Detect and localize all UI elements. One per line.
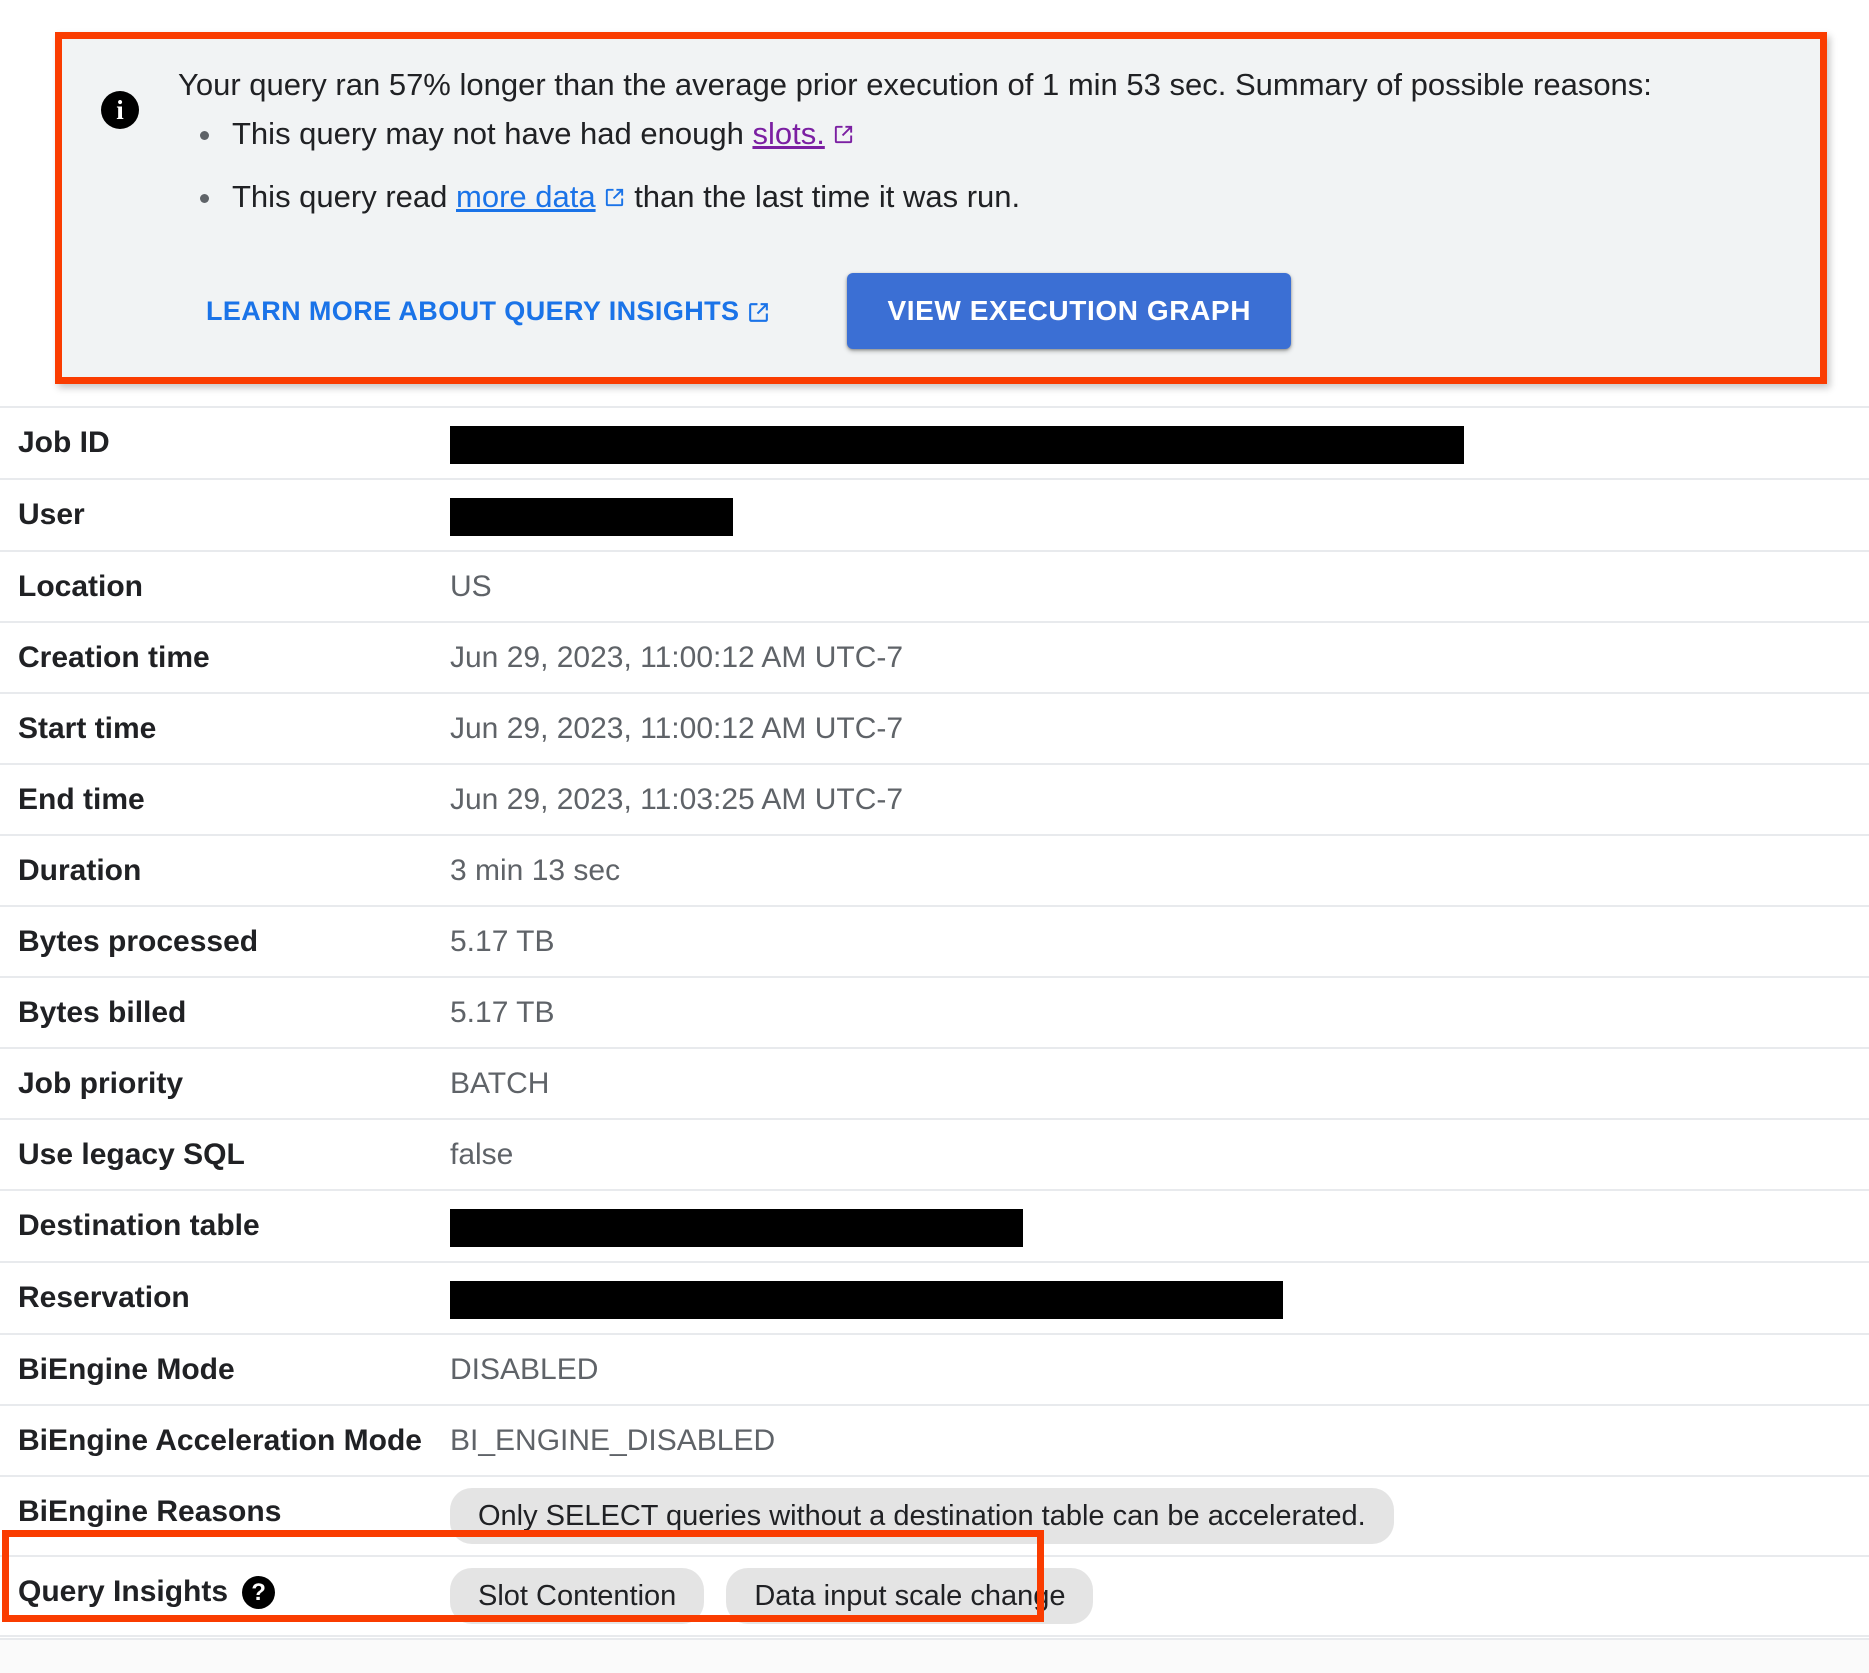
banner-content: i Your query ran 57% longer than the ave…	[62, 39, 1820, 377]
table-row: Start time Jun 29, 2023, 11:00:12 AM UTC-…	[0, 692, 1869, 763]
table-row: Job priority BATCH	[0, 1047, 1869, 1118]
row-label: Use legacy SQL	[18, 1138, 245, 1172]
row-value: Only SELECT queries without a destinatio…	[450, 1477, 1869, 1555]
row-value: false	[450, 1138, 514, 1172]
row-label: Creation time	[18, 641, 210, 675]
banner-action-bar: LEARN MORE ABOUT QUERY INSIGHTS VIEW EXE…	[178, 273, 1292, 349]
row-label: Start time	[18, 712, 157, 746]
redacted-value	[450, 1281, 1283, 1320]
query-insights-banner: i Your query ran 57% longer than the ave…	[55, 32, 1827, 384]
row-value	[450, 480, 1869, 550]
banner-icon-column: i	[62, 65, 178, 377]
redacted-value	[450, 1209, 1023, 1248]
table-row: User	[0, 478, 1869, 550]
help-icon[interactable]: ?	[242, 1576, 276, 1610]
redacted-value	[450, 498, 733, 537]
table-row: Bytes billed 5.17 TB	[0, 976, 1869, 1047]
query-insight-chip[interactable]: Data input scale change	[726, 1568, 1094, 1625]
row-label: BiEngine Mode	[18, 1353, 235, 1387]
row-value: Jun 29, 2023, 11:03:25 AM UTC-7	[450, 783, 904, 817]
external-link-icon	[603, 186, 626, 209]
page-bottom-strip	[0, 1638, 1869, 1673]
table-row: BiEngine Acceleration Mode BI_ENGINE_DISA…	[0, 1404, 1869, 1475]
table-row: BiEngine Reasons Only SELECT queries with…	[0, 1475, 1869, 1555]
row-label: Duration	[18, 854, 142, 888]
row-label: BiEngine Reasons	[18, 1495, 282, 1529]
row-value	[450, 1263, 1869, 1333]
table-row: Reservation	[0, 1261, 1869, 1333]
row-label: End time	[18, 783, 145, 817]
row-value	[450, 408, 1869, 478]
reason-slots-prefix: This query may not have had enough	[232, 116, 753, 151]
table-row: Creation time Jun 29, 2023, 11:00:12 AM U…	[0, 621, 1869, 692]
query-insights-row: Query Insights? Slot Contention Data input…	[0, 1555, 1869, 1635]
row-value: 5.17 TB	[450, 996, 555, 1030]
learn-more-label: LEARN MORE ABOUT QUERY INSIGHTS	[206, 295, 740, 326]
query-insight-chip[interactable]: Slot Contention	[450, 1568, 705, 1625]
info-icon: i	[101, 91, 139, 129]
table-row: Location US	[0, 550, 1869, 621]
row-label: Destination table	[18, 1209, 260, 1243]
row-label: BiEngine Acceleration Mode	[18, 1424, 422, 1458]
row-label: Reservation	[18, 1281, 190, 1315]
row-label: Bytes billed	[18, 996, 187, 1030]
banner-reason-more-data: This query read more data than the last …	[178, 176, 1810, 217]
row-value: Jun 29, 2023, 11:00:12 AM UTC-7	[450, 641, 904, 675]
row-value: BI_ENGINE_DISABLED	[450, 1424, 776, 1458]
reason-chip: Only SELECT queries without a destinatio…	[450, 1488, 1394, 1545]
reason-data-suffix: than the last time it was run.	[625, 179, 1021, 214]
banner-reason-list: This query may not have had enough slots…	[178, 113, 1810, 217]
query-insights-label-cell: Query Insights?	[0, 1557, 450, 1626]
row-value: BATCH	[450, 1067, 550, 1101]
job-details-table: Job ID User Location US Creation time Jun 29,…	[0, 406, 1869, 1638]
banner-reason-slots: This query may not have had enough slots…	[178, 113, 1810, 154]
row-value: Jun 29, 2023, 11:00:12 AM UTC-7	[450, 712, 904, 746]
slots-link[interactable]: slots.	[752, 116, 824, 151]
learn-more-about-query-insights-link[interactable]: LEARN MORE ABOUT QUERY INSIGHTS	[178, 280, 797, 343]
redacted-value	[450, 426, 1464, 465]
row-value: DISABLED	[450, 1353, 599, 1387]
banner-headline: Your query ran 57% longer than the avera…	[178, 67, 1652, 102]
row-value: 5.17 TB	[450, 925, 555, 959]
table-row: Duration 3 min 13 sec	[0, 834, 1869, 905]
row-label: User	[18, 498, 85, 532]
table-row: Use legacy SQL false	[0, 1118, 1869, 1189]
view-execution-graph-button[interactable]: VIEW EXECUTION GRAPH	[847, 273, 1292, 349]
external-link-icon	[832, 123, 855, 146]
table-end-divider	[0, 1635, 1869, 1638]
query-insights-chips: Slot Contention Data input scale change	[450, 1557, 1869, 1635]
table-row: Destination table	[0, 1189, 1869, 1261]
table-row: Job ID	[0, 406, 1869, 478]
reason-data-prefix: This query read	[232, 179, 456, 214]
more-data-link[interactable]: more data	[456, 179, 596, 214]
table-row: End time Jun 29, 2023, 11:03:25 AM UTC-7	[0, 763, 1869, 834]
row-label: Job priority	[18, 1067, 184, 1101]
row-value	[450, 1191, 1869, 1261]
query-insights-label: Query Insights	[18, 1575, 229, 1609]
row-label: Bytes processed	[18, 925, 259, 959]
external-link-icon	[746, 300, 769, 323]
row-value: US	[450, 570, 492, 604]
row-value: 3 min 13 sec	[450, 854, 621, 888]
row-label: Job ID	[18, 426, 110, 459]
row-label: Location	[18, 570, 143, 604]
table-row: BiEngine Mode DISABLED	[0, 1333, 1869, 1404]
table-row: Bytes processed 5.17 TB	[0, 905, 1869, 976]
